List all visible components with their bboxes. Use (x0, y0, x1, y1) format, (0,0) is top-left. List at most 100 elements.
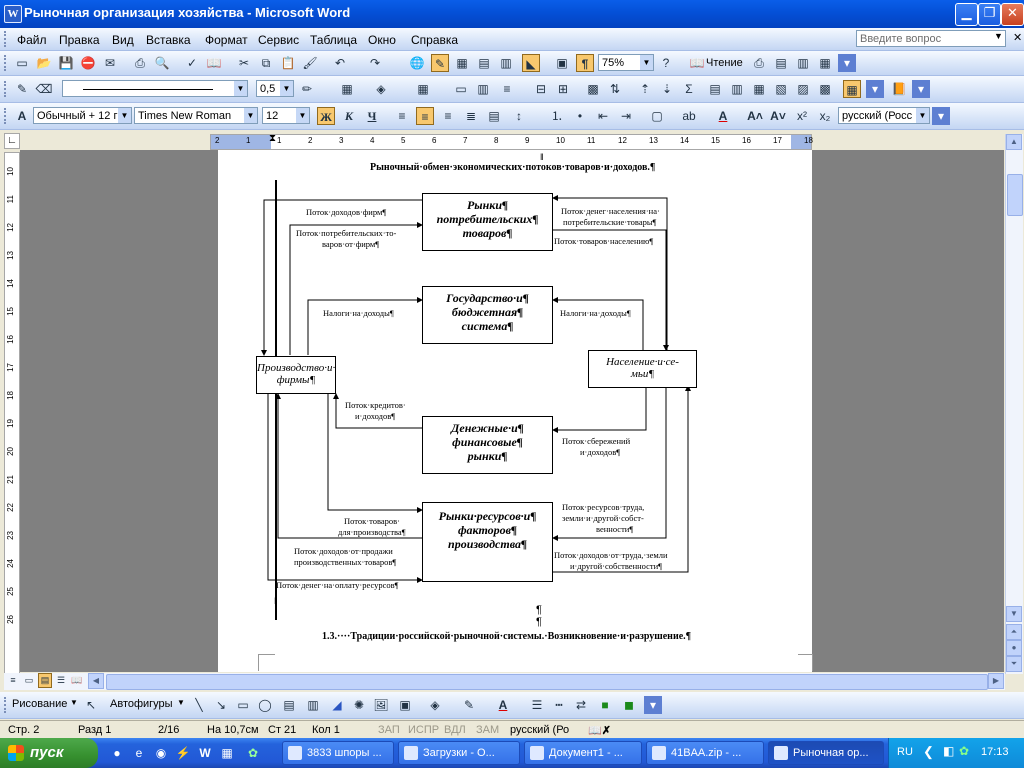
quicklaunch-icq-icon[interactable]: ✿ (244, 744, 262, 762)
tables-borders-icon[interactable]: ✎ (431, 54, 449, 72)
box-state-budget[interactable]: Государство·и¶ бюджетная¶ система¶ (422, 286, 553, 344)
toolbar-options-icon[interactable]: ▾ (932, 107, 950, 125)
outside-border-icon[interactable]: ▢ (648, 107, 666, 125)
help-icon[interactable]: ? (657, 54, 675, 72)
document-page[interactable]: Рыночный·обмен·экономических·потоков·тов… (218, 150, 813, 672)
zoom-combo[interactable]: 75% ▼ (598, 54, 654, 71)
sort-ascending-icon[interactable]: ⇡ (636, 80, 654, 98)
scroll-down-button[interactable]: ▼ (1006, 606, 1022, 622)
scroll-right-button[interactable]: ▶ (988, 673, 1004, 689)
oval-icon[interactable]: ◯ (256, 696, 274, 714)
draw-table-icon[interactable]: ✎ (13, 80, 31, 98)
chevron-down-icon[interactable]: ▼ (234, 81, 247, 96)
styles-formatting-icon[interactable]: A (13, 107, 31, 125)
start-button[interactable]: пуск (0, 738, 98, 768)
indent-marker-icon[interactable]: ⧗ (269, 133, 276, 144)
distribute-rows-icon[interactable]: ⊟ (532, 80, 550, 98)
restore-button[interactable]: ❐ (978, 3, 1001, 26)
toolbar-options-icon[interactable]: ▾ (866, 80, 884, 98)
toolbar-grip[interactable] (4, 697, 9, 713)
print-preview-icon[interactable]: 🔍 (153, 54, 171, 72)
table-tool-icon-3[interactable]: ▦ (750, 80, 768, 98)
tray-icq-icon[interactable]: ✿ (959, 744, 969, 758)
normal-view-icon[interactable]: ≡ (6, 673, 20, 688)
menu-format[interactable]: Формат (205, 33, 248, 47)
box-firms[interactable]: Производство·и· фирмы¶ (256, 356, 336, 394)
toolbar-grip[interactable] (4, 108, 9, 124)
line-style-combo[interactable]: ▼ (62, 80, 248, 97)
chevron-down-icon[interactable]: ▼ (296, 108, 309, 123)
save-icon[interactable]: 💾 (57, 54, 75, 72)
hyperlink-icon[interactable]: 🌐 (408, 54, 426, 72)
chevron-down-icon[interactable]: ▼ (280, 81, 293, 96)
line-color-icon[interactable]: ✎ (460, 696, 478, 714)
email-icon[interactable]: ✉ (101, 54, 119, 72)
distributed-icon[interactable]: ▤ (485, 107, 503, 125)
menu-window[interactable]: Окно (368, 33, 396, 47)
horizontal-scrollbar[interactable]: ◀ ▶ (88, 673, 1005, 690)
reading-icon[interactable]: 📖 (688, 54, 706, 72)
fill-color-icon[interactable]: ◈ (426, 696, 444, 714)
line-icon[interactable]: ╲ (190, 696, 208, 714)
table-autoformat-icon[interactable]: ▩ (584, 80, 602, 98)
3d-icon[interactable]: ◼ (620, 696, 638, 714)
rectangle-icon[interactable]: ▭ (234, 696, 252, 714)
align-center-icon[interactable]: ≡ (416, 107, 434, 125)
title-bar[interactable]: W Рыночная организация хозяйства - Micro… (0, 0, 1024, 28)
undo-icon[interactable]: ↶ (331, 54, 349, 72)
merge-cells-icon[interactable]: ▭ (452, 80, 470, 98)
chevron-down-icon[interactable]: ▼ (640, 55, 653, 70)
autosum-icon[interactable]: Σ (680, 80, 698, 98)
help-search-input[interactable]: Введите вопрос (856, 30, 1006, 47)
chevron-down-icon[interactable]: ▼ (916, 108, 929, 123)
bullets-icon[interactable]: • (571, 107, 589, 125)
insert-table-icon[interactable]: ▦ (453, 54, 471, 72)
task-button-2[interactable]: Загрузки - О... (398, 741, 520, 765)
table-tool-icon-4[interactable]: ▧ (772, 80, 790, 98)
shading-color-icon[interactable]: ◈ (372, 80, 390, 98)
language-combo[interactable]: русский (Росс ▼ (838, 107, 930, 124)
status-overtype[interactable]: ЗАМ (476, 724, 499, 736)
table-tool-icon-1[interactable]: ▤ (706, 80, 724, 98)
insert-excel-icon[interactable]: ▤ (475, 54, 493, 72)
bold-button[interactable]: Ж (317, 107, 335, 125)
show-formatting-icon[interactable]: ¶ (576, 54, 594, 72)
align-icon[interactable]: ≡ (498, 80, 516, 98)
spelling-status-icon[interactable]: 📖✗ (588, 724, 611, 737)
toolbar-icon-c[interactable]: ▥ (794, 54, 812, 72)
distribute-columns-icon[interactable]: ⊞ (554, 80, 572, 98)
copy-icon[interactable]: ⧉ (257, 54, 275, 72)
permission-icon[interactable]: ⛔ (79, 54, 97, 72)
chevron-down-icon[interactable]: ▼ (244, 108, 257, 123)
toolbar-icon-d[interactable]: ▦ (816, 54, 834, 72)
picture-icon[interactable]: ▣ (396, 696, 414, 714)
tray-network-icon[interactable]: ◧ (943, 744, 954, 758)
next-page-button[interactable]: ⏷ (1006, 656, 1022, 672)
quicklaunch-word-icon[interactable]: W (196, 744, 214, 762)
decrease-indent-icon[interactable]: ⇤ (594, 107, 612, 125)
close-document-icon[interactable]: ✕ (1013, 31, 1022, 44)
new-document-icon[interactable]: ▭ (13, 54, 31, 72)
box-money-markets[interactable]: Денежные·и¶ финансовые¶ рынки¶ (422, 416, 553, 474)
word-app-icon[interactable]: W (4, 5, 22, 23)
cut-icon[interactable]: ✂ (235, 54, 253, 72)
task-button-1[interactable]: 3833 шпоры ... (282, 741, 394, 765)
toolbar-icon-b[interactable]: ▤ (772, 54, 790, 72)
line-style-icon[interactable]: ☰ (528, 696, 546, 714)
align-left-icon[interactable]: ≡ (393, 107, 411, 125)
subscript-icon[interactable]: x₂ (816, 107, 834, 125)
grow-font-icon[interactable]: A˄ (746, 107, 764, 125)
document-map-icon[interactable]: ▣ (553, 54, 571, 72)
task-button-3[interactable]: Документ1 - ... (524, 741, 642, 765)
chevron-down-icon[interactable]: ▼ (118, 108, 131, 123)
reading-view-icon[interactable]: 📖 (70, 673, 84, 688)
toolbar-grip[interactable] (4, 81, 9, 97)
box-households[interactable]: Население·и·се- мьи¶ (588, 350, 697, 388)
quicklaunch-winamp-icon[interactable]: ⚡ (174, 744, 192, 762)
menu-help[interactable]: Справка (411, 33, 458, 47)
hscroll-thumb[interactable] (106, 674, 988, 690)
borders-icon[interactable]: ▦ (338, 80, 356, 98)
dash-style-icon[interactable]: ┅ (550, 696, 568, 714)
chevron-down-icon[interactable]: ▼ (70, 698, 78, 707)
research-icon[interactable]: 📖 (205, 54, 223, 72)
